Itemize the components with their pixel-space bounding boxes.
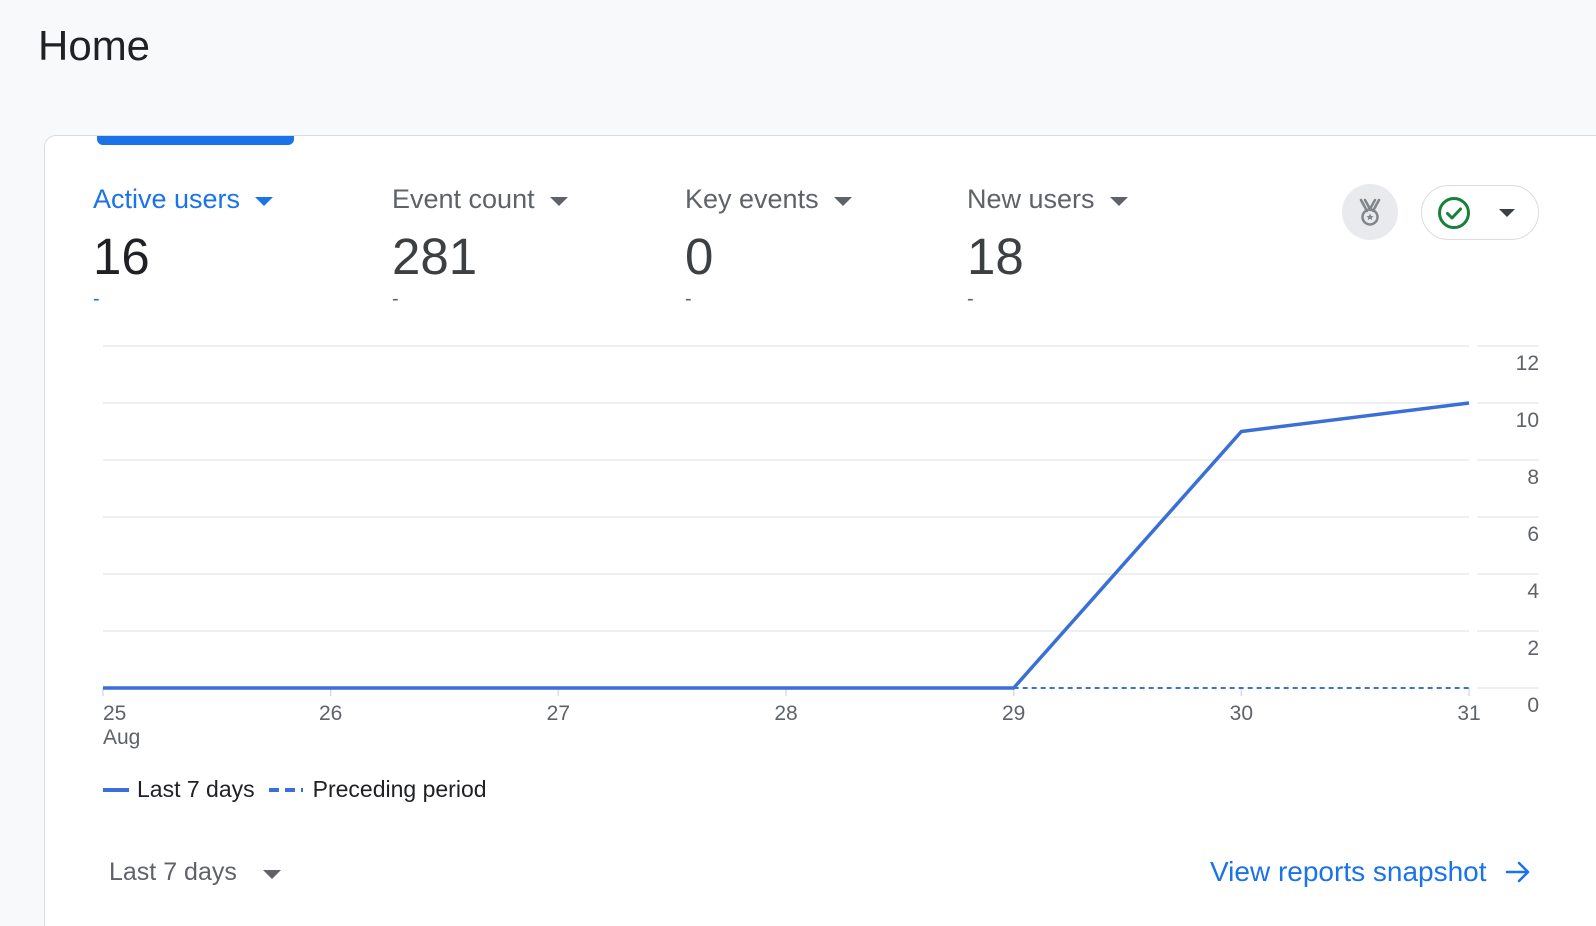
x-tick-label: 27 bbox=[547, 702, 570, 725]
y-tick-label: 12 bbox=[1516, 352, 1539, 375]
y-tick-label: 0 bbox=[1527, 694, 1539, 717]
legend-solid-line bbox=[103, 787, 129, 792]
x-tick-label: 31 bbox=[1457, 702, 1480, 725]
overview-card: Active users 16 - Event count 281 - Key … bbox=[44, 135, 1596, 926]
chart-legend: Last 7 days Preceding period bbox=[103, 776, 487, 803]
y-tick-label: 2 bbox=[1527, 637, 1539, 660]
x-month-label: Aug bbox=[103, 726, 140, 749]
date-range-dropdown[interactable]: Last 7 days bbox=[109, 858, 281, 887]
y-tick-label: 10 bbox=[1516, 409, 1539, 432]
legend-dashed-line bbox=[268, 787, 303, 792]
x-tick-label: 30 bbox=[1230, 702, 1253, 725]
x-tick-label: 29 bbox=[1002, 702, 1025, 725]
arrow-right-icon bbox=[1505, 861, 1529, 883]
x-tick-label: 25 bbox=[103, 702, 126, 725]
x-tick-label: 26 bbox=[319, 702, 342, 725]
y-tick-label: 4 bbox=[1527, 580, 1539, 603]
page-title: Home bbox=[38, 22, 151, 69]
y-tick-label: 8 bbox=[1527, 466, 1539, 489]
series-line-current bbox=[103, 401, 1470, 690]
view-reports-snapshot-link[interactable]: View reports snapshot bbox=[1210, 856, 1531, 888]
date-range-label: Last 7 days bbox=[109, 858, 237, 886]
caret-down-icon bbox=[262, 869, 281, 879]
legend-label-current: Last 7 days bbox=[137, 776, 255, 802]
active-users-chart: 0 2 4 6 8 10 12 25 26 27 28 29 30 31 Aug bbox=[102, 345, 1539, 749]
y-tick-label: 6 bbox=[1527, 523, 1539, 546]
view-link-label: View reports snapshot bbox=[1210, 856, 1487, 887]
x-tick-label: 28 bbox=[774, 702, 797, 725]
legend-label-preceding: Preceding period bbox=[312, 776, 487, 802]
